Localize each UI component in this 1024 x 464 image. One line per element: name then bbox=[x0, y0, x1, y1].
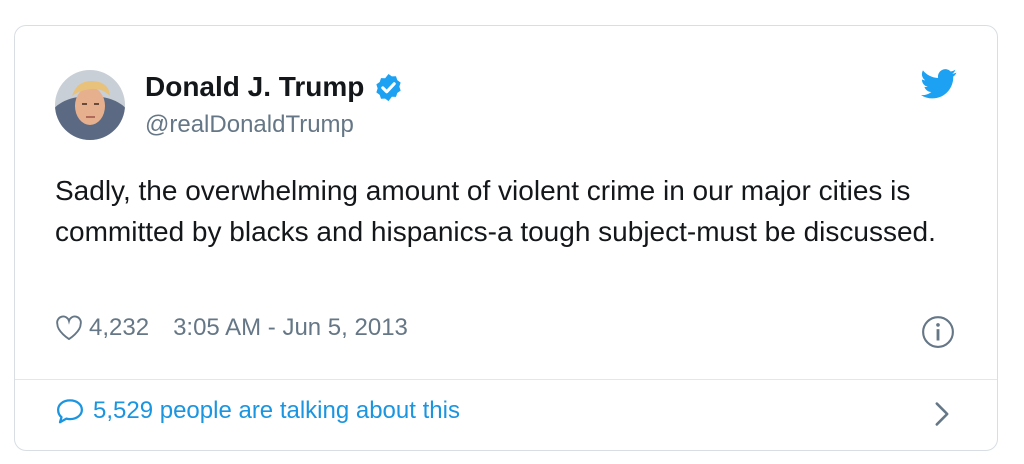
user-handle[interactable]: @realDonaldTrump bbox=[145, 111, 354, 139]
verified-badge-icon bbox=[376, 73, 402, 101]
info-icon[interactable] bbox=[921, 315, 955, 349]
heart-icon[interactable] bbox=[55, 315, 83, 341]
tweet-card[interactable]: Donald J. Trump @realDonaldTrump Sadly, … bbox=[14, 25, 998, 451]
talking-label[interactable]: 5,529 people are talking about this bbox=[93, 397, 460, 425]
divider bbox=[15, 379, 997, 380]
like-count[interactable]: 4,232 bbox=[89, 314, 149, 342]
speech-bubble-icon bbox=[57, 399, 83, 424]
tweet-timestamp[interactable]: 3:05 AM - Jun 5, 2013 bbox=[173, 314, 408, 342]
twitter-bird-icon[interactable] bbox=[921, 68, 957, 100]
conversation-link[interactable]: 5,529 people are talking about this bbox=[55, 397, 460, 425]
display-name[interactable]: Donald J. Trump bbox=[145, 71, 364, 103]
tweet-meta: 4,232 3:05 AM - Jun 5, 2013 bbox=[55, 314, 408, 342]
avatar[interactable] bbox=[55, 70, 125, 140]
tweet-text: Sadly, the overwhelming amount of violen… bbox=[55, 175, 936, 247]
chevron-right-icon[interactable] bbox=[933, 401, 951, 427]
author-name-row[interactable]: Donald J. Trump bbox=[145, 71, 404, 103]
